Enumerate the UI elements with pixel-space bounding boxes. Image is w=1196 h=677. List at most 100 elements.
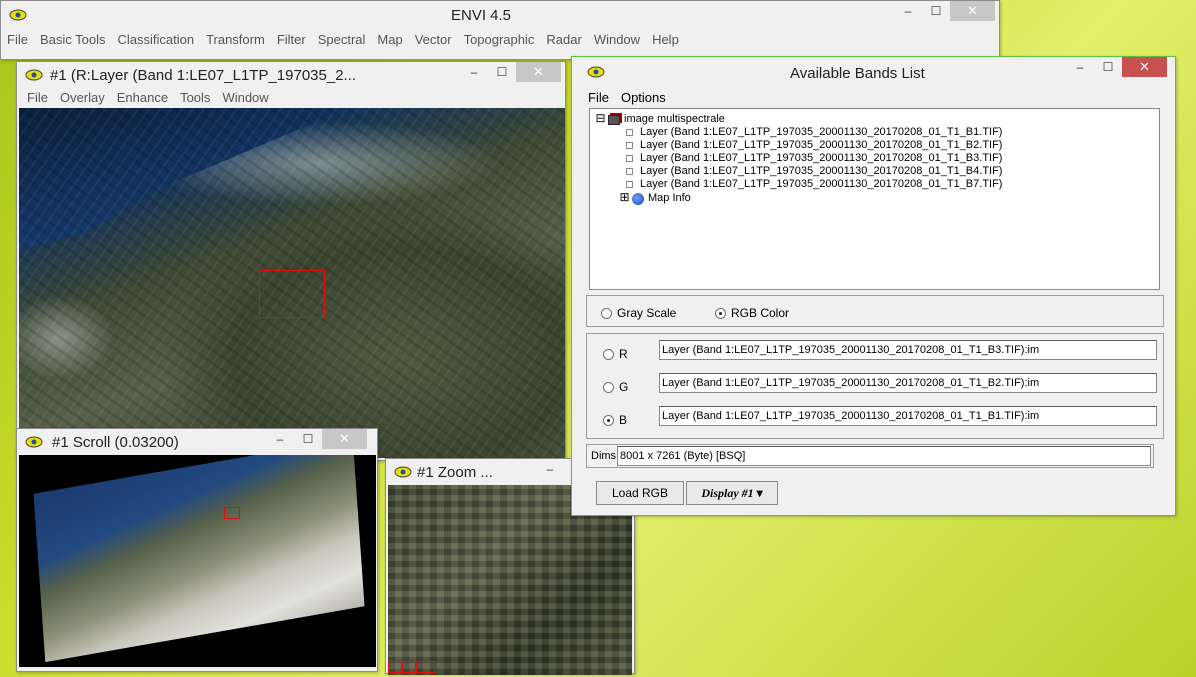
tree-band-item[interactable]: Layer (Band 1:LE07_L1TP_197035_20001130_… xyxy=(626,178,1002,191)
rgb-color-label: RGB Color xyxy=(731,306,790,320)
maximize-button[interactable]: ☐ xyxy=(1094,57,1122,77)
tree-band-item[interactable]: Layer (Band 1:LE07_L1TP_197035_20001130_… xyxy=(626,126,1002,139)
menu-tools[interactable]: Tools xyxy=(174,90,216,105)
color-mode-panel: Gray Scale RGB Color xyxy=(586,295,1164,327)
menu-radar[interactable]: Radar xyxy=(540,32,587,47)
b-channel-field[interactable]: Layer (Band 1:LE07_L1TP_197035_20001130_… xyxy=(659,406,1157,426)
minimize-button[interactable]: – xyxy=(894,1,922,21)
envi-eye-icon xyxy=(586,65,606,79)
tree-band-item[interactable]: Layer (Band 1:LE07_L1TP_197035_20001130_… xyxy=(626,165,1002,178)
minimize-button[interactable]: – xyxy=(460,62,488,82)
minimize-button[interactable]: – xyxy=(266,429,294,449)
zoom-control-boxes[interactable] xyxy=(388,661,436,673)
band-label: Layer (Band 1:LE07_L1TP_197035_20001130_… xyxy=(640,152,1003,164)
tree-band-item[interactable]: Layer (Band 1:LE07_L1TP_197035_20001130_… xyxy=(626,152,1002,165)
display-button-label: Display #1 xyxy=(701,485,754,500)
maximize-button[interactable]: ☐ xyxy=(922,1,950,21)
menu-transform[interactable]: Transform xyxy=(200,32,271,47)
band-leaf-icon xyxy=(626,129,633,136)
expand-icon[interactable]: ⊞ xyxy=(619,191,630,203)
map-info-label: Map Info xyxy=(648,192,691,204)
menu-map[interactable]: Map xyxy=(371,32,408,47)
rgb-color-radio[interactable] xyxy=(715,307,726,319)
rgb-channels-panel: R Layer (Band 1:LE07_L1TP_197035_2000113… xyxy=(586,333,1164,439)
close-button[interactable]: ✕ xyxy=(950,1,995,21)
minimize-button[interactable]: – xyxy=(536,459,564,479)
band-label: Layer (Band 1:LE07_L1TP_197035_20001130_… xyxy=(640,139,1003,151)
menu-topographic[interactable]: Topographic xyxy=(458,32,541,47)
menu-help[interactable]: Help xyxy=(646,32,685,47)
close-button[interactable]: ✕ xyxy=(322,429,367,449)
bands-window-titlebar[interactable]: Available Bands List – ☐ ✕ xyxy=(572,57,1175,87)
zoom-region-box[interactable] xyxy=(259,270,325,318)
tree-band-item[interactable]: Layer (Band 1:LE07_L1TP_197035_20001130_… xyxy=(626,139,1002,152)
tree-map-info[interactable]: ⊞ Map Info xyxy=(619,191,691,205)
band-leaf-icon xyxy=(626,181,633,188)
action-panel: Load RGB Display #1 ▾ xyxy=(586,475,786,509)
scroll-region-box[interactable] xyxy=(224,507,240,519)
display-menu-button[interactable]: Display #1 ▾ xyxy=(686,481,778,505)
band-leaf-icon xyxy=(626,168,633,175)
zoom-in-box[interactable] xyxy=(402,661,416,673)
menu-vector[interactable]: Vector xyxy=(409,32,458,47)
tree-root[interactable]: ⊟ image multispectrale xyxy=(595,112,724,126)
menu-window[interactable]: Window xyxy=(216,90,274,105)
image-window-controls: – ☐ ✕ xyxy=(460,62,561,84)
g-channel-field[interactable]: Layer (Band 1:LE07_L1TP_197035_20001130_… xyxy=(659,373,1157,393)
close-button[interactable]: ✕ xyxy=(1122,57,1167,77)
envi-window-controls: – ☐ ✕ xyxy=(894,1,995,23)
image-stack-icon xyxy=(608,114,620,125)
r-channel-radio[interactable] xyxy=(603,348,614,360)
gray-scale-radio[interactable] xyxy=(601,307,612,319)
scroll-window: #1 Scroll (0.03200) – ☐ ✕ xyxy=(16,428,378,672)
satellite-image-view[interactable] xyxy=(19,108,565,458)
image-window: #1 (R:Layer (Band 1:LE07_L1TP_197035_2..… xyxy=(16,61,566,461)
menu-spectral[interactable]: Spectral xyxy=(312,32,372,47)
menu-basic-tools[interactable]: Basic Tools xyxy=(34,32,112,47)
envi-menubar: File Basic Tools Classification Transfor… xyxy=(1,29,999,49)
envi-titlebar[interactable]: ENVI 4.5 – ☐ ✕ xyxy=(1,1,999,29)
r-channel-field[interactable]: Layer (Band 1:LE07_L1TP_197035_20001130_… xyxy=(659,340,1157,360)
envi-eye-icon xyxy=(24,435,44,449)
menu-window[interactable]: Window xyxy=(588,32,646,47)
close-button[interactable]: ✕ xyxy=(516,62,561,82)
band-leaf-icon xyxy=(626,155,633,162)
scroll-overview-image[interactable] xyxy=(19,455,376,667)
menu-options[interactable]: Options xyxy=(615,90,672,105)
maximize-button[interactable]: ☐ xyxy=(488,62,516,82)
g-channel-option[interactable]: G xyxy=(603,380,628,394)
envi-main-window: ENVI 4.5 – ☐ ✕ File Basic Tools Classifi… xyxy=(0,0,1000,60)
zoom-out-box[interactable] xyxy=(388,661,402,673)
collapse-icon[interactable]: ⊟ xyxy=(595,112,606,124)
maximize-button[interactable]: ☐ xyxy=(294,429,322,449)
scroll-window-titlebar[interactable]: #1 Scroll (0.03200) – ☐ ✕ xyxy=(17,429,377,455)
envi-eye-icon xyxy=(8,8,28,22)
image-window-title: #1 (R:Layer (Band 1:LE07_L1TP_197035_2..… xyxy=(50,66,357,84)
load-rgb-button[interactable]: Load RGB xyxy=(596,481,684,505)
image-window-titlebar[interactable]: #1 (R:Layer (Band 1:LE07_L1TP_197035_2..… xyxy=(17,62,565,88)
menu-file[interactable]: File xyxy=(21,90,54,105)
image-window-menubar: File Overlay Enhance Tools Window xyxy=(17,88,565,106)
menu-overlay[interactable]: Overlay xyxy=(54,90,111,105)
b-channel-option[interactable]: B xyxy=(603,413,627,427)
g-channel-radio[interactable] xyxy=(603,381,614,393)
dims-field: 8001 x 7261 (Byte) [BSQ] xyxy=(617,446,1151,466)
rgb-color-option[interactable]: RGB Color xyxy=(715,306,789,320)
zoom-window-controls: – xyxy=(536,459,564,481)
b-channel-radio[interactable] xyxy=(603,414,614,426)
r-channel-option[interactable]: R xyxy=(603,347,628,361)
menu-file[interactable]: File xyxy=(588,90,615,105)
bands-window-title: Available Bands List xyxy=(790,65,925,82)
menu-filter[interactable]: Filter xyxy=(271,32,312,47)
menu-classification[interactable]: Classification xyxy=(111,32,200,47)
scroll-window-title: #1 Scroll (0.03200) xyxy=(52,433,179,451)
menu-enhance[interactable]: Enhance xyxy=(111,90,174,105)
gray-scale-option[interactable]: Gray Scale xyxy=(601,306,676,320)
dims-panel: Dims 8001 x 7261 (Byte) [BSQ] xyxy=(586,444,1154,468)
zoom-cross-box[interactable] xyxy=(416,661,436,673)
minimize-button[interactable]: – xyxy=(1066,57,1094,77)
gray-scale-label: Gray Scale xyxy=(617,306,677,320)
r-channel-label: R xyxy=(619,347,628,361)
menu-file[interactable]: File xyxy=(1,32,34,47)
zoom-window-title: #1 Zoom ... xyxy=(417,463,493,481)
